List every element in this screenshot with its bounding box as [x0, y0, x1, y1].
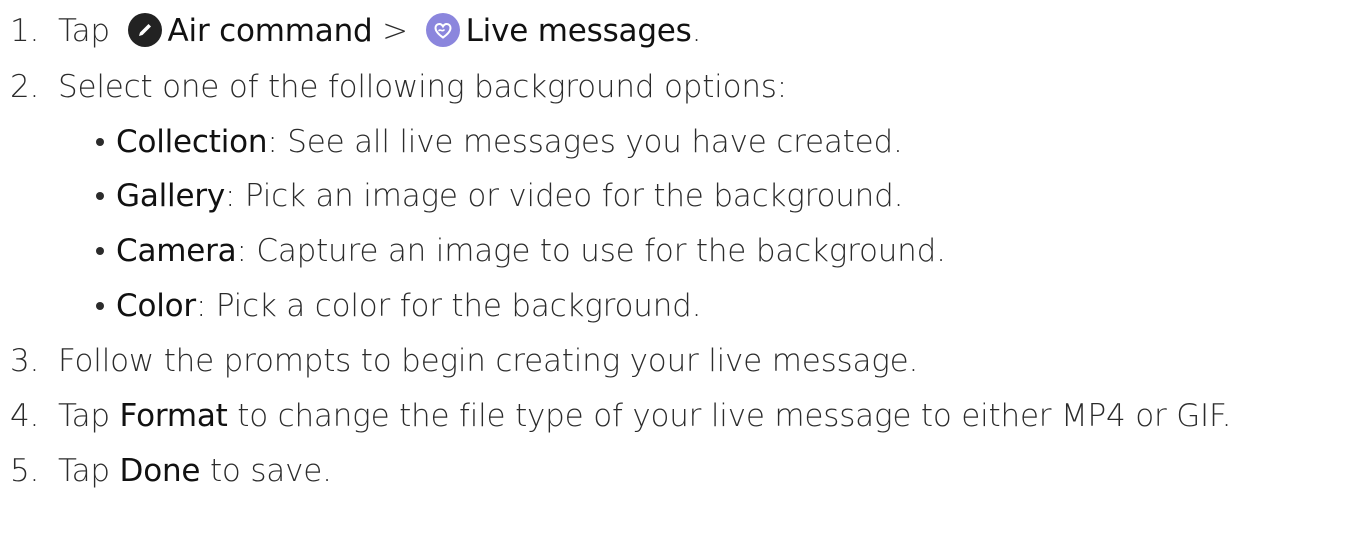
format-label: Format [119, 398, 228, 434]
step-1: 1. Tap Air command > Live messages. [0, 12, 702, 50]
separator: > [382, 13, 408, 49]
step-4: 4. Tap Format to change the file type of … [0, 398, 1231, 434]
step-number: 2. [10, 69, 40, 105]
option-collection: Collection: See all live messages you ha… [96, 124, 903, 160]
step-text: Follow the prompts to begin creating you… [58, 343, 919, 379]
option-gallery: Gallery: Pick an image or video for the … [96, 178, 903, 214]
step-number: 3. [10, 343, 40, 379]
option-camera: Camera: Capture an image to use for the … [96, 233, 946, 269]
step-2: 2. Select one of the following background… [0, 69, 787, 105]
option-label: Camera [116, 233, 237, 269]
option-desc: : Pick an image or video for the backgro… [225, 178, 904, 214]
step-5: 5. Tap Done to save. [0, 453, 332, 489]
step-text-end: to save. [209, 453, 332, 489]
step-number: 1. [10, 13, 40, 49]
bullet [96, 246, 104, 255]
step-3: 3. Follow the prompts to begin creating y… [0, 343, 918, 379]
bullet [96, 137, 104, 146]
option-desc: : See all live messages you have created… [267, 124, 903, 160]
step-number: 5. [10, 453, 40, 489]
step-text-end: . [691, 13, 702, 49]
done-label: Done [119, 453, 201, 489]
option-label: Collection [116, 124, 268, 160]
bullet [96, 301, 104, 310]
step-text: Tap [58, 13, 110, 49]
option-desc: : Pick a color for the background. [195, 288, 702, 324]
air-command-label: Air command [167, 13, 373, 49]
step-text: Tap [58, 453, 110, 489]
step-text: Tap [58, 398, 110, 434]
heart-icon [425, 12, 460, 47]
instructions: 1. Tap Air command > Live messages. 2. Sel… [0, 0, 1349, 546]
option-label: Color [116, 288, 196, 324]
live-messages-label: Live messages [465, 13, 692, 49]
bullet [96, 191, 104, 200]
option-desc: : Capture an image to use for the backgr… [236, 233, 946, 269]
step-number: 4. [10, 398, 40, 434]
option-color: Color: Pick a color for the background. [96, 288, 701, 324]
step-text: Select one of the following background o… [58, 69, 787, 105]
pen-icon [127, 12, 162, 47]
step-text-end: to change the file type of your live mes… [237, 398, 1232, 434]
option-label: Gallery [116, 178, 226, 214]
